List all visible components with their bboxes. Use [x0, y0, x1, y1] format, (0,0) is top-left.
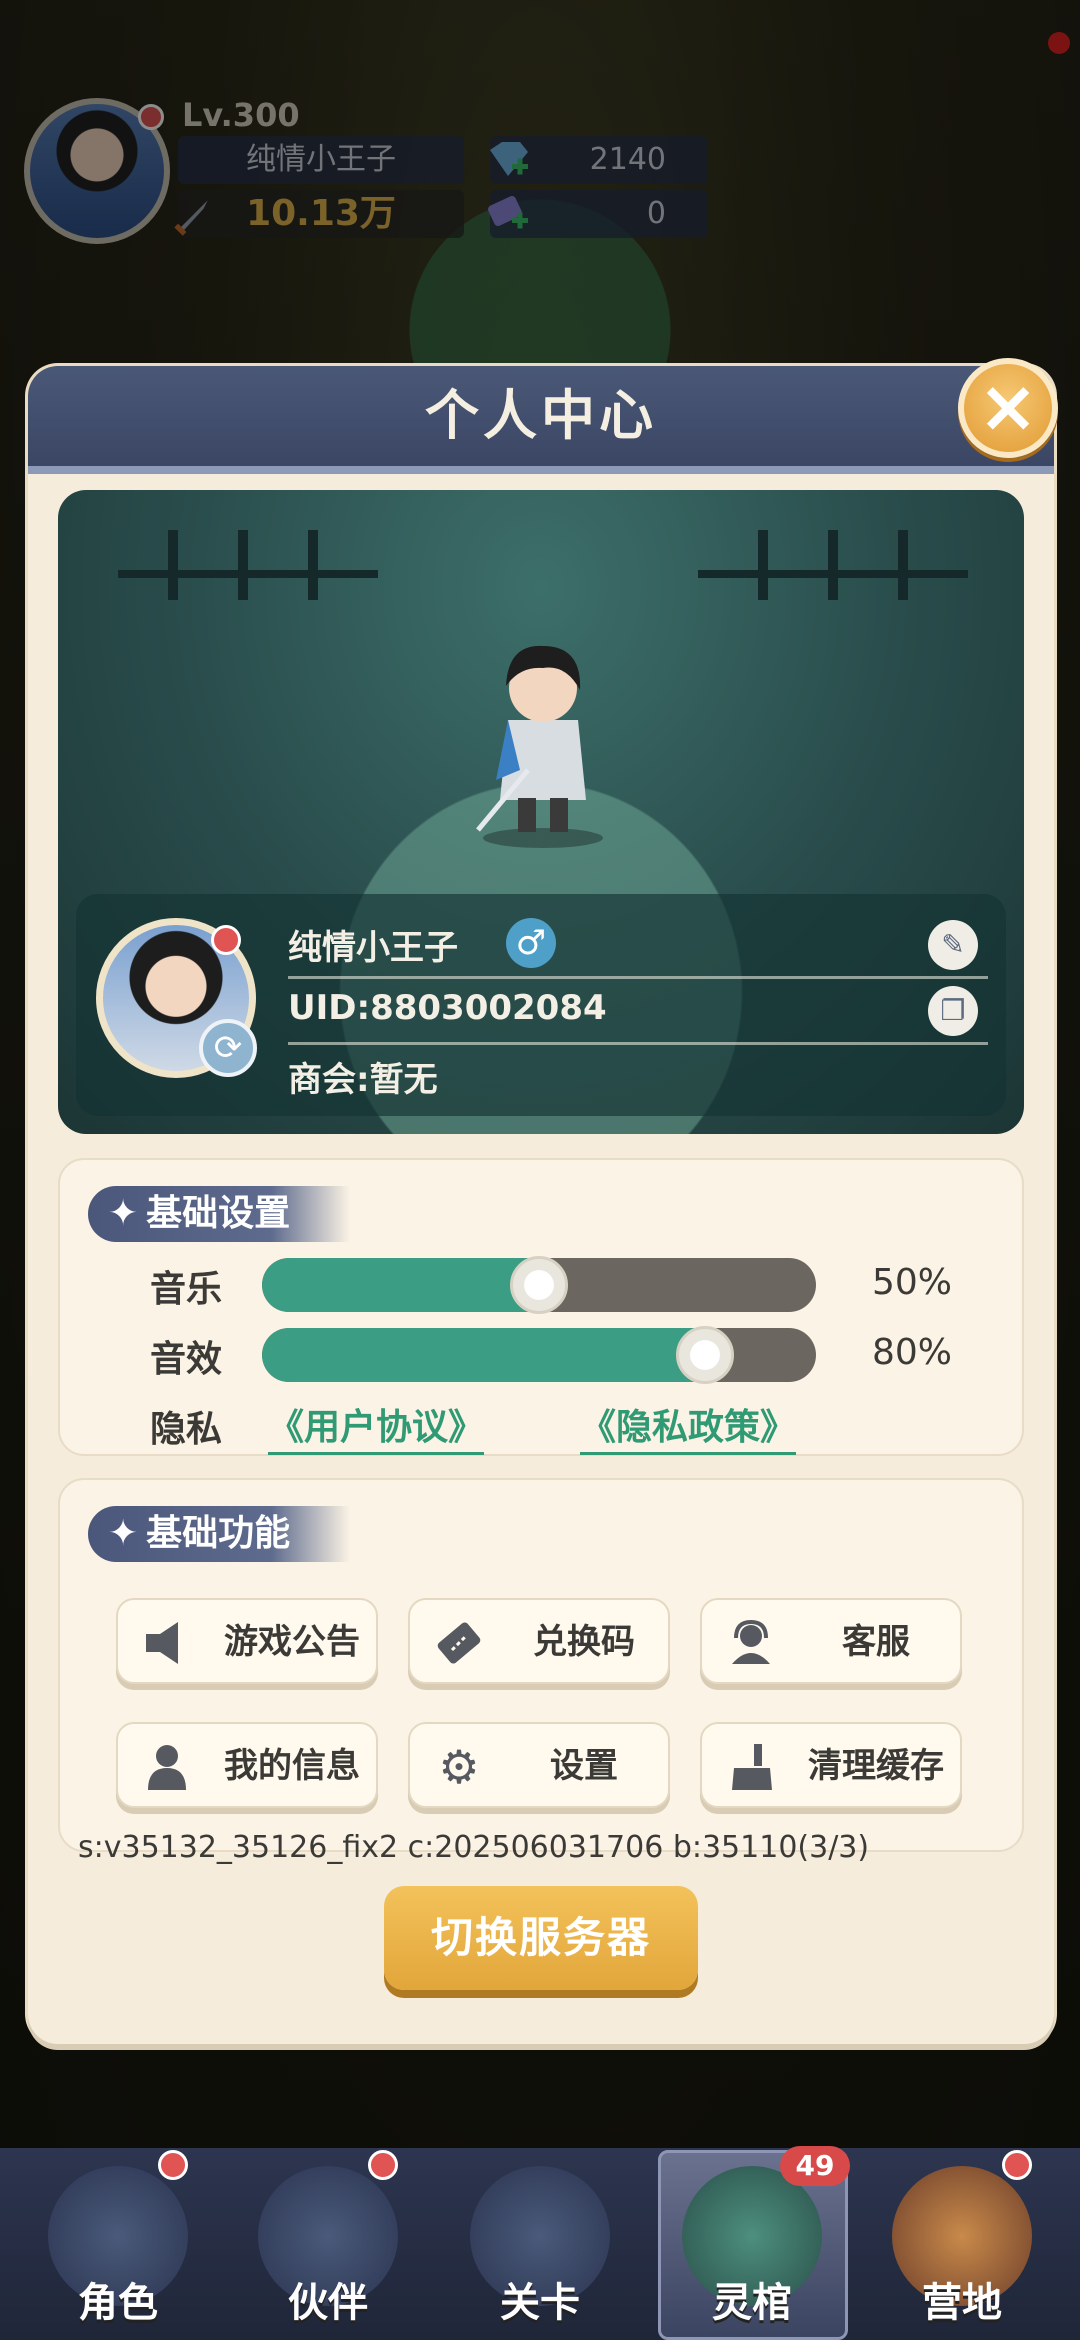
divider: [288, 976, 988, 979]
nav-item-partner[interactable]: 伙伴: [228, 2140, 428, 2340]
close-icon: ×: [977, 364, 1039, 448]
button-label: 我的信息: [224, 1746, 360, 1786]
button-label: 游戏公告: [224, 1622, 360, 1662]
privacy-label: 隐私: [150, 1409, 223, 1450]
character-sprite: [476, 645, 603, 848]
user-agreement-link[interactable]: 《用户协议》: [268, 1398, 485, 1455]
button-label: 兑换码: [533, 1622, 635, 1662]
person-icon: [148, 1745, 186, 1790]
clear-cache-button[interactable]: 清理缓存: [700, 1722, 962, 1808]
nav-label: 关卡: [500, 2280, 580, 2326]
speaker-icon: [146, 1622, 178, 1664]
sparkle-icon: ✦: [108, 1513, 139, 1554]
music-label: 音乐: [150, 1269, 223, 1310]
nav-badge-count: 49: [780, 2146, 850, 2186]
scene-post: [308, 530, 318, 600]
button-label: 设置: [550, 1746, 618, 1786]
settings-button[interactable]: ⚙ 设置: [408, 1722, 670, 1808]
section-tag: ✦ 基础功能: [88, 1506, 351, 1562]
sparkle-icon: ✦: [108, 1193, 139, 1234]
profile-avatar[interactable]: ⟳: [96, 918, 257, 1078]
nav-label: 角色: [78, 2280, 158, 2326]
redeem-code-button[interactable]: 兑换码: [408, 1598, 670, 1684]
sfx-slider-knob[interactable]: [676, 1326, 734, 1384]
nav-item-role[interactable]: 角色: [18, 2140, 218, 2340]
scene-post: [168, 530, 178, 600]
swap-avatar-icon[interactable]: ⟳: [199, 1019, 257, 1077]
privacy-policy-link[interactable]: 《隐私政策》: [580, 1398, 797, 1455]
scene-post: [898, 530, 908, 600]
music-slider-knob[interactable]: [510, 1256, 568, 1314]
ticket-icon: [437, 1622, 481, 1664]
male-gender-icon: ♂: [506, 918, 556, 968]
broom-icon: [732, 1744, 772, 1790]
profile-guild: 商会:暂无: [288, 1060, 438, 1100]
customer-service-button[interactable]: 客服: [700, 1598, 962, 1684]
gear-icon: ⚙: [438, 1740, 480, 1794]
close-button[interactable]: ×: [958, 358, 1058, 458]
my-info-button[interactable]: 我的信息: [116, 1722, 378, 1808]
scene-post: [238, 530, 248, 600]
sfx-slider-fill: [262, 1328, 706, 1382]
switch-server-button[interactable]: 切换服务器: [384, 1886, 698, 1990]
notification-dot: [211, 925, 241, 955]
headset-icon: [732, 1619, 770, 1664]
profile-name: 纯情小王子: [288, 928, 458, 968]
copy-uid-icon[interactable]: ❐: [928, 986, 978, 1036]
section-title: 基础设置: [146, 1193, 291, 1234]
notification-dot: [158, 2150, 188, 2180]
panel-header: 个人中心: [28, 366, 1054, 474]
section-title: 基础功能: [146, 1513, 291, 1554]
sfx-value: 80%: [872, 1332, 953, 1373]
music-value: 50%: [872, 1262, 953, 1303]
notification-dot: [368, 2150, 398, 2180]
scene-post: [828, 530, 838, 600]
sfx-label: 音效: [150, 1339, 223, 1380]
announcement-button[interactable]: 游戏公告: [116, 1598, 378, 1684]
nav-label: 营地: [922, 2280, 1002, 2326]
scene-railing: [118, 570, 378, 578]
nav-label: 灵棺: [712, 2280, 792, 2326]
version-text: s:v35132_35126_fix2 c:202506031706 b:351…: [78, 1830, 870, 1865]
button-label: 客服: [842, 1622, 910, 1662]
nav-item-camp[interactable]: 营地: [862, 2140, 1062, 2340]
notification-dot: [1002, 2150, 1032, 2180]
profile-uid: UID:8803002084: [288, 988, 607, 1028]
panel-title: 个人中心: [425, 384, 657, 447]
nav-item-stage[interactable]: 关卡: [440, 2140, 640, 2340]
music-slider-fill: [262, 1258, 539, 1312]
section-tag: ✦ 基础设置: [88, 1186, 351, 1242]
nav-label: 伙伴: [288, 2280, 368, 2326]
scene-post: [758, 530, 768, 600]
divider: [288, 1042, 988, 1045]
button-label: 清理缓存: [808, 1746, 944, 1786]
edit-name-icon[interactable]: ✎: [928, 920, 978, 970]
